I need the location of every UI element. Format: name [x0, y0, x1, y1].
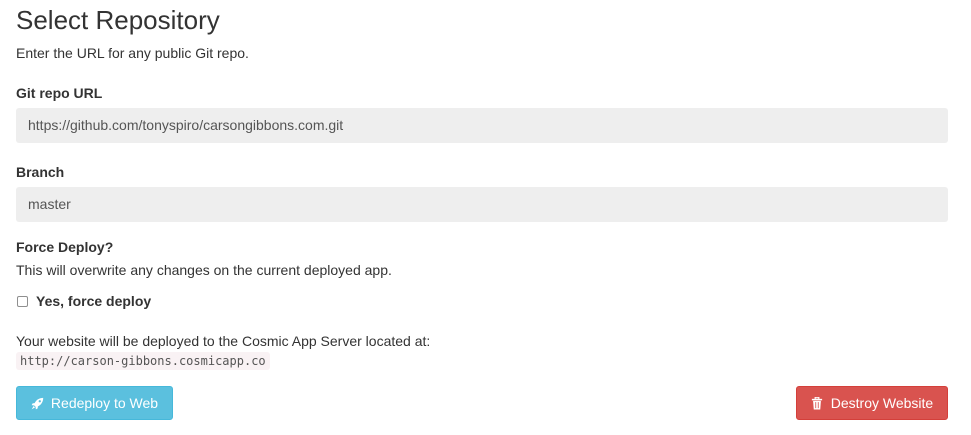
redeploy-button-label: Redeploy to Web	[50, 395, 159, 411]
deploy-info-text: Your website will be deployed to the Cos…	[16, 333, 431, 349]
force-deploy-checkbox-label[interactable]: Yes, force deploy	[36, 291, 151, 311]
force-deploy-label: Force Deploy?	[16, 239, 114, 255]
deploy-url: http://carson-gibbons.cosmicapp.co	[16, 352, 270, 370]
repo-url-input[interactable]	[16, 108, 948, 143]
repo-url-label: Git repo URL	[16, 85, 103, 101]
force-deploy-option[interactable]: Yes, force deploy	[16, 291, 151, 311]
page-subtitle: Enter the URL for any public Git repo.	[16, 45, 249, 61]
destroy-website-button[interactable]: Destroy Website	[796, 386, 948, 420]
redeploy-button[interactable]: Redeploy to Web	[16, 386, 173, 420]
destroy-website-button-label: Destroy Website	[830, 395, 934, 411]
force-deploy-checkbox[interactable]	[17, 295, 28, 307]
force-deploy-description: This will overwrite any changes on the c…	[16, 262, 392, 278]
trash-icon	[811, 396, 824, 410]
branch-input[interactable]	[16, 187, 948, 222]
rocket-icon	[31, 397, 44, 410]
page-title: Select Repository	[16, 5, 220, 35]
branch-label: Branch	[16, 164, 65, 180]
